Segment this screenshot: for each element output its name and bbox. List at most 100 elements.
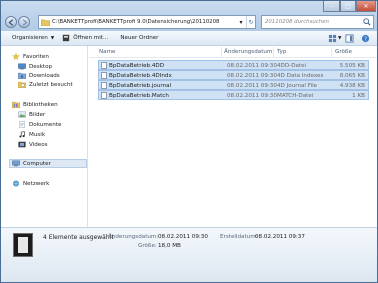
file-modified: 08.02.2011 09:30 — [227, 82, 277, 89]
pictures-icon — [18, 111, 26, 118]
libraries-label: Bibliotheken — [23, 101, 58, 108]
new-folder-button[interactable]: Neuer Ordner — [120, 35, 158, 41]
close-button[interactable]: ✕ — [356, 1, 376, 12]
folder-icon — [41, 19, 50, 26]
file-type: 4D Data Indexes — [277, 72, 324, 79]
arrow-right-icon — [22, 18, 27, 26]
view-options-button[interactable]: ▼ — [328, 33, 341, 44]
file-size: 8.065 KB — [339, 72, 365, 79]
help-button[interactable]: ? — [361, 33, 370, 44]
column-divider[interactable] — [273, 47, 274, 57]
arrow-left-icon — [8, 18, 13, 26]
view-dropdown-icon: ▼ — [338, 36, 342, 41]
file-modified: 08.02.2011 09:30 — [227, 72, 277, 79]
sidebar-item-pictures[interactable]: Bilder — [18, 110, 45, 119]
sidebar-item-downloads[interactable]: Downloads — [18, 71, 60, 80]
minimize-icon: – — [323, 1, 340, 12]
file-size: 1 KB — [352, 92, 365, 99]
desktop-icon — [18, 63, 26, 70]
open-with-button[interactable]: Öffnen mit... — [62, 34, 108, 42]
network-label: Netzwerk — [23, 180, 50, 187]
view-icon — [328, 34, 337, 43]
music-icon — [19, 131, 25, 138]
recent-places-icon — [18, 81, 26, 88]
chevron-down-icon[interactable]: ▾ — [237, 16, 245, 28]
file-row[interactable]: BpDataBetrieb.4DIndx 08.02.2011 09:30 4D… — [98, 70, 369, 80]
search-input[interactable]: 20110208 durchsuchen — [261, 15, 374, 29]
network-icon — [13, 180, 19, 187]
svg-text:?: ? — [364, 37, 367, 43]
file-icon — [101, 62, 107, 69]
details-pane: 4 Elemente ausgewählt Änderungsdatum: 08… — [1, 227, 377, 282]
file-row[interactable]: BpDataBetrieb.4DD 08.02.2011 09:30 4DD-D… — [98, 60, 369, 70]
sidebar-item-label: Musik — [29, 131, 46, 138]
maximize-button[interactable]: □ — [340, 1, 356, 12]
created-label: Erstelldatum: — [220, 234, 258, 240]
column-header-size[interactable]: Größe — [335, 49, 352, 55]
search-icon — [363, 18, 371, 26]
file-name: BpDataBetrieb.4DD — [109, 62, 165, 69]
preview-pane-button[interactable] — [345, 33, 354, 44]
modified-value: 08.02.2011 09:30 — [158, 234, 208, 240]
navigation-pane: Favoriten Desktop Downloads Zuletzt besu… — [1, 46, 88, 227]
selection-count: 4 Elemente ausgewählt — [43, 234, 114, 241]
organize-button[interactable]: Organisieren ▼ — [12, 35, 54, 41]
file-row[interactable]: BpDataBetrieb.journal 08.02.2011 09:30 4… — [98, 80, 369, 90]
maximize-icon: □ — [340, 1, 356, 12]
refresh-icon[interactable]: ↻ — [246, 16, 255, 28]
file-row[interactable]: BpDataBetrieb.Match 08.02.2011 09:30 MAT… — [98, 90, 369, 100]
column-header-name[interactable]: Name — [99, 49, 116, 55]
sidebar-item-label: Bilder — [29, 111, 46, 118]
sidebar-item-documents[interactable]: Dokumente — [18, 120, 61, 129]
computer-icon — [12, 160, 20, 167]
computer-label: Computer — [23, 160, 51, 167]
file-size: 4.938 KB — [339, 82, 365, 89]
close-icon: ✕ — [356, 1, 376, 12]
column-header-type[interactable]: Typ — [277, 49, 286, 55]
sidebar-item-videos[interactable]: Videos — [18, 140, 48, 149]
sidebar-item-recent[interactable]: Zuletzt besucht — [18, 80, 73, 89]
column-divider[interactable] — [221, 47, 222, 57]
application-icon — [63, 34, 70, 42]
downloads-folder-icon — [18, 72, 26, 79]
sidebar-item-computer[interactable]: Computer — [9, 159, 87, 168]
file-list: Name Änderungsdatum Typ Größe BpDataBetr… — [89, 46, 377, 227]
libraries-icon — [12, 101, 20, 108]
address-bar[interactable]: C:\BANKETTprofi\BANKETTprofi 9.0\Datensi… — [38, 15, 256, 29]
sidebar-item-desktop[interactable]: Desktop — [18, 62, 52, 71]
sidebar-item-network[interactable]: Netzwerk — [12, 179, 49, 188]
size-label: Größe: — [138, 243, 157, 249]
open-with-label: Öffnen mit... — [73, 35, 109, 41]
sidebar-item-music[interactable]: Musik — [18, 130, 45, 139]
command-bar: Organisieren ▼ Öffnen mit... Neuer Ordne… — [1, 31, 377, 46]
file-type: 4D Journal File — [277, 82, 318, 89]
created-value: 08.02.2011 09:37 — [255, 234, 305, 240]
address-path: C:\BANKETTprofi\BANKETTprofi 9.0\Datensi… — [52, 19, 220, 25]
column-divider[interactable] — [331, 47, 332, 57]
file-icon — [101, 82, 107, 89]
file-icon — [101, 92, 107, 99]
sidebar-item-label: Dokumente — [29, 121, 62, 128]
search-placeholder: 20110208 durchsuchen — [265, 19, 329, 25]
favorites-label: Favoriten — [23, 53, 49, 60]
star-icon — [12, 53, 20, 60]
file-type: 4DD-Datei — [277, 62, 307, 69]
file-name: BpDataBetrieb.journal — [109, 82, 172, 89]
forward-button[interactable] — [18, 16, 30, 28]
sidebar-item-label: Zuletzt besucht — [29, 81, 73, 88]
minimize-button[interactable]: – — [323, 1, 340, 12]
libraries-heading[interactable]: Bibliotheken — [12, 100, 58, 109]
help-icon: ? — [361, 34, 370, 43]
documents-icon — [19, 121, 25, 128]
sidebar-item-label: Videos — [29, 141, 48, 148]
file-thumbnail-icon — [13, 233, 33, 257]
file-modified: 08.02.2011 09:30 — [227, 92, 277, 99]
column-header-modified[interactable]: Änderungsdatum — [224, 49, 272, 55]
favorites-heading[interactable]: Favoriten — [12, 52, 49, 61]
sidebar-item-label: Desktop — [29, 63, 53, 70]
sidebar-item-label: Downloads — [29, 72, 60, 79]
dropdown-arrow-icon: ▼ — [50, 35, 55, 41]
videos-icon — [18, 141, 26, 148]
back-button[interactable] — [5, 16, 17, 28]
file-icon — [101, 72, 107, 79]
